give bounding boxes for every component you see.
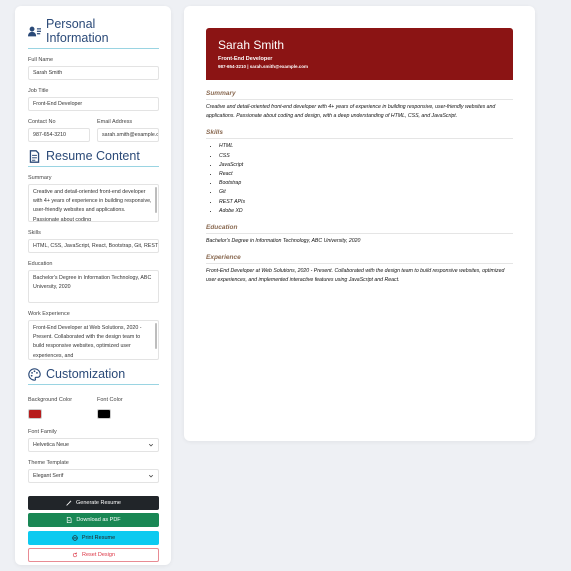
education-textarea[interactable]: Bachelor's Degree in Information Technol… <box>28 270 159 303</box>
skill-item: JavaScript <box>219 161 513 170</box>
download-pdf-button[interactable]: Download as PDF <box>28 513 159 527</box>
summary-scrollbar[interactable] <box>155 187 157 213</box>
resume-skills-heading: Skills <box>206 129 513 140</box>
resume-summary-heading: Summary <box>206 90 513 100</box>
customization-heading: Customization <box>28 367 159 385</box>
full-name-field[interactable]: Sarah Smith <box>28 66 159 80</box>
summary-text: Creative and detail-oriented front-end d… <box>33 189 152 222</box>
font-family-select[interactable]: Helvetica Neue <box>28 438 159 452</box>
summary-label: Summary <box>28 175 52 181</box>
user-card-icon <box>28 25 41 38</box>
education-text: Bachelor's Degree in Information Technol… <box>33 275 152 291</box>
education-label: Education <box>28 261 53 267</box>
resume-skills-section: Skills HTML CSS JavaScript React Bootstr… <box>206 129 513 216</box>
email-label: Email Address <box>97 119 133 125</box>
print-resume-button[interactable]: Print Resume <box>28 530 159 545</box>
reset-label: Reset Design <box>81 552 116 558</box>
resume-header: Sarah Smith Front-End Developer 987-654-… <box>206 28 513 80</box>
resume-form-panel: Personal Information Full Name Sarah Smi… <box>15 6 171 565</box>
font-color-label: Font Color <box>97 397 123 403</box>
font-family-value: Helvetica Neue <box>33 442 69 448</box>
resume-name: Sarah Smith <box>218 38 285 52</box>
download-label: Download as PDF <box>76 517 121 523</box>
customization-title: Customization <box>46 367 126 381</box>
resume-body: Summary Creative and detail-oriented fro… <box>206 90 513 294</box>
skill-item: CSS <box>219 152 513 161</box>
magic-wand-icon <box>66 499 72 506</box>
resume-content-heading: Resume Content <box>28 149 159 167</box>
print-icon <box>72 534 78 541</box>
resume-summary-text: Creative and detail-oriented front-end d… <box>206 104 496 120</box>
contact-label: Contact No <box>28 119 56 125</box>
personal-info-title: Personal Information <box>46 17 109 45</box>
resume-experience-section: Experience Front-End Developer at Web So… <box>206 254 513 285</box>
resume-experience-heading: Experience <box>206 254 513 265</box>
personal-info-heading: Personal Information <box>28 17 159 49</box>
skill-item: HTML <box>219 142 513 151</box>
contact-field[interactable]: 987-654-3210 <box>28 128 90 142</box>
job-title-label: Job Title <box>28 88 49 94</box>
template-value: Elegant Serif <box>33 473 64 479</box>
experience-text: Front-End Developer at Web Solutions, 20… <box>33 325 142 359</box>
print-label: Print Resume <box>81 534 116 541</box>
skill-item: Bootstrap <box>219 179 513 188</box>
resume-contact-line: 987-654-3210 | sarah.smith@example.com <box>218 64 308 69</box>
reset-design-button[interactable]: Reset Design <box>28 548 159 562</box>
skill-item: Adobe XD <box>219 207 513 216</box>
chevron-down-icon <box>148 474 154 478</box>
bg-color-picker[interactable] <box>28 409 42 419</box>
generate-resume-button[interactable]: Generate Resume <box>28 495 159 510</box>
skills-field[interactable]: HTML, CSS, JavaScript, React, Bootstrap,… <box>28 239 159 253</box>
skill-item: REST APIs <box>219 198 513 207</box>
resume-summary-section: Summary Creative and detail-oriented fro… <box>206 90 513 121</box>
resume-education-text: Bachelor's Degree in Information Technol… <box>206 238 361 245</box>
palette-icon <box>28 367 41 381</box>
reset-icon <box>72 552 78 558</box>
generate-label: Generate Resume <box>76 499 121 506</box>
summary-textarea[interactable]: Creative and detail-oriented front-end d… <box>28 184 159 222</box>
skill-item: Git <box>219 188 513 197</box>
skills-label: Skills <box>28 230 41 236</box>
resume-education-heading: Education <box>206 224 513 235</box>
font-color-picker[interactable] <box>97 409 111 419</box>
bg-color-label: Background Color <box>28 397 73 403</box>
experience-label: Work Experience <box>28 311 70 317</box>
resume-content-title: Resume Content <box>46 149 140 163</box>
job-title-field[interactable]: Front-End Developer <box>28 97 159 111</box>
resume-experience-text: Front-End Developer at Web Solutions, 20… <box>206 268 505 284</box>
experience-scrollbar[interactable] <box>155 323 157 349</box>
experience-textarea[interactable]: Front-End Developer at Web Solutions, 20… <box>28 320 159 360</box>
full-name-label: Full Name <box>28 57 54 63</box>
document-icon <box>28 149 41 163</box>
template-label: Theme Template <box>28 460 69 466</box>
resume-skills-list: HTML CSS JavaScript React Bootstrap Git … <box>206 142 513 216</box>
skill-item: React <box>219 170 513 179</box>
template-select[interactable]: Elegant Serif <box>28 469 159 483</box>
email-field[interactable]: sarah.smith@example.com <box>97 128 159 142</box>
file-pdf-icon <box>67 517 72 523</box>
resume-education-section: Education Bachelor's Degree in Informati… <box>206 224 513 246</box>
resume-preview: Sarah Smith Front-End Developer 987-654-… <box>184 6 535 441</box>
resume-job-title: Front-End Developer <box>218 56 273 62</box>
chevron-down-icon <box>148 443 154 447</box>
font-family-label: Font Family <box>28 429 57 435</box>
